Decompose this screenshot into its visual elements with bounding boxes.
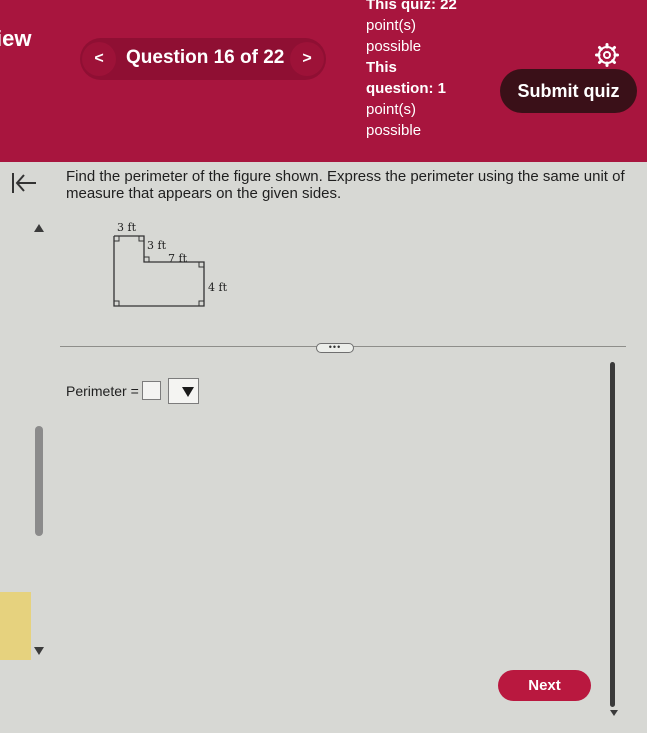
figure-label-step: 3 ft [147, 239, 167, 252]
unit-dropdown[interactable] [168, 378, 199, 404]
figure-label-top: 3 ft [117, 221, 137, 234]
points-line: question: 1 [366, 80, 447, 97]
points-line: possible [366, 122, 422, 139]
figure-label-right: 4 ft [208, 281, 228, 294]
points-line: point(s) [366, 17, 417, 34]
dropdown-arrow-icon [182, 387, 194, 397]
previous-question-button[interactable]: < [82, 42, 116, 76]
page-scrollbar[interactable] [610, 362, 615, 707]
points-line: This [366, 59, 397, 76]
more-options-button[interactable]: ••• [316, 343, 354, 353]
question-navigator: < Question 16 of 22 > [80, 38, 326, 80]
next-question-button[interactable]: > [290, 42, 324, 76]
scrollbar-thumb[interactable] [35, 426, 43, 536]
points-line: This quiz: 22 [366, 0, 457, 13]
points-line: possible [366, 38, 422, 55]
figure-label-inner: 7 ft [168, 252, 188, 265]
scroll-up-arrow-icon[interactable] [34, 224, 44, 232]
next-button[interactable]: Next [498, 670, 591, 701]
quiz-header: iew < Question 16 of 22 > This quiz: 22 … [0, 0, 647, 162]
review-title-fragment: iew [0, 26, 32, 51]
question-prompt: Find the perimeter of the figure shown. … [66, 168, 625, 202]
points-line: point(s) [366, 101, 417, 118]
perimeter-label: Perimeter = [66, 383, 139, 399]
collapse-left-icon[interactable] [10, 170, 38, 196]
scroll-down-arrow-icon[interactable] [34, 647, 44, 655]
points-info: This quiz: 22 point(s) possible This que… [366, 0, 476, 141]
gear-icon[interactable] [595, 43, 619, 67]
question-panel: Find the perimeter of the figure shown. … [0, 162, 647, 733]
submit-quiz-button[interactable]: Submit quiz [500, 69, 637, 113]
page-scroll-down-icon[interactable] [610, 710, 618, 716]
question-counter: Question 16 of 22 [126, 47, 285, 68]
side-tab [0, 592, 31, 660]
l-shape-figure: 3 ft 3 ft 7 ft 4 ft [113, 221, 228, 307]
perimeter-answer-input[interactable] [142, 381, 161, 400]
